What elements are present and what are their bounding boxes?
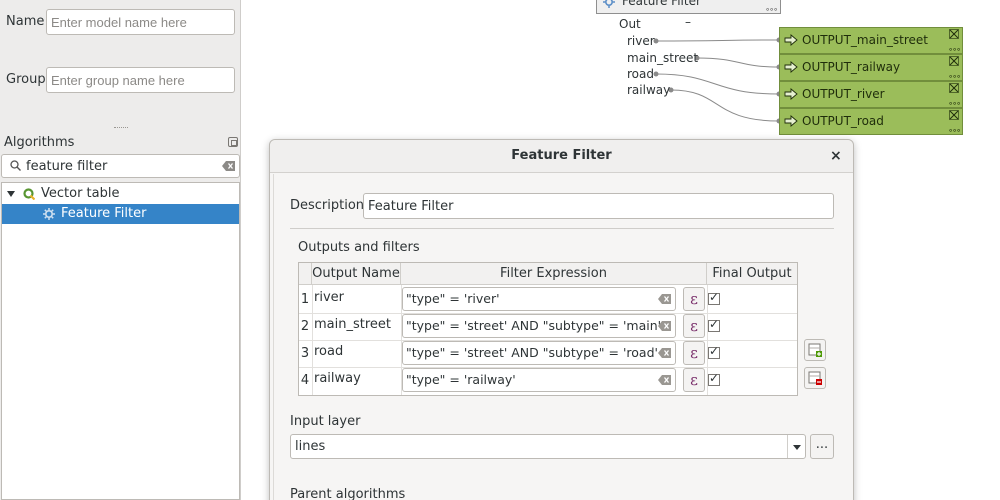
port-label: main_street — [627, 51, 699, 65]
algorithms-title: Algorithms — [4, 135, 75, 150]
add-row-icon — [808, 343, 822, 357]
outputs-filters-label: Outputs and filters — [298, 240, 420, 255]
row-number: 4 — [300, 373, 310, 388]
filter-expression-input[interactable]: "type" = 'street' AND "subtype" = 'road' — [402, 341, 676, 365]
panel-splitter[interactable] — [114, 127, 128, 130]
outputs-filters-table: Output Name Filter Expression Final Outp… — [298, 262, 798, 396]
name-label: Name — [6, 14, 45, 29]
expression-builder-button[interactable]: ε — [683, 287, 705, 311]
node-menu-icon[interactable]: ∘∘∘ — [948, 100, 961, 108]
expand-arrow-icon[interactable] — [7, 191, 15, 197]
expression-builder-button[interactable]: ε — [683, 341, 705, 365]
node-menu-icon[interactable]: ∘∘∘ — [948, 46, 961, 54]
input-layer-select[interactable]: lines — [290, 434, 806, 459]
clear-expression-icon[interactable] — [658, 321, 671, 331]
node-menu-icon[interactable]: ∘∘∘ — [948, 73, 961, 81]
column-header[interactable]: Output Name — [312, 263, 401, 285]
output-arrow-icon — [784, 61, 798, 73]
tree-item-vector-table[interactable]: Vector table — [2, 184, 239, 204]
remove-node-icon[interactable] — [949, 110, 959, 120]
final-output-checkbox[interactable] — [708, 317, 720, 332]
output-node-label: OUTPUT_road — [802, 114, 884, 128]
model-properties-panel: Name Group Algorithms Vector table — [0, 0, 241, 500]
gear-icon — [603, 0, 615, 8]
dialog-title: Feature Filter — [511, 148, 612, 163]
node-menu-icon[interactable]: ∘∘∘ — [948, 127, 961, 135]
output-arrow-icon — [784, 34, 798, 46]
parent-algorithms-label: Parent algorithms — [290, 487, 406, 500]
search-icon — [10, 160, 21, 171]
algorithm-tree: Vector table Feature Filter — [1, 182, 240, 500]
algorithm-search-box[interactable] — [1, 154, 240, 178]
output-name-cell[interactable]: river — [312, 290, 400, 305]
clear-search-icon[interactable] — [222, 161, 235, 171]
expression-builder-button[interactable]: ε — [683, 368, 705, 392]
browse-layer-button[interactable]: ... — [810, 434, 834, 459]
model-name-input[interactable] — [46, 9, 235, 35]
final-output-checkbox[interactable] — [708, 290, 720, 305]
output-node[interactable]: OUTPUT_road ∘∘∘ — [779, 108, 963, 135]
group-label: Group — [6, 72, 46, 87]
tree-item-label: Feature Filter — [61, 206, 147, 221]
algorithm-node-feature-filter[interactable]: Feature Filter ∘∘∘ — [596, 0, 781, 14]
outputs-group-label: Out — [619, 17, 641, 31]
output-arrow-icon — [784, 115, 798, 127]
description-input[interactable] — [363, 193, 834, 219]
float-panel-icon[interactable] — [228, 137, 238, 147]
tree-item-label: Vector table — [41, 186, 120, 201]
remove-node-icon[interactable] — [949, 56, 959, 66]
remove-node-icon[interactable] — [949, 29, 959, 39]
divider — [290, 228, 834, 229]
algorithm-node-label: Feature Filter — [622, 0, 701, 8]
remove-row-icon — [808, 371, 822, 385]
column-header[interactable]: Filter Expression — [401, 263, 707, 285]
divider — [787, 435, 788, 458]
close-icon[interactable]: × — [830, 148, 842, 164]
output-node-label: OUTPUT_river — [802, 87, 885, 101]
input-layer-value: lines — [295, 439, 326, 454]
output-name-cell[interactable]: railway — [312, 371, 400, 386]
gear-icon — [43, 208, 55, 220]
clear-expression-icon[interactable] — [658, 294, 671, 304]
group-name-input[interactable] — [46, 67, 235, 93]
input-layer-label: Input layer — [290, 414, 361, 429]
output-arrow-icon — [784, 88, 798, 100]
node-menu-icon[interactable]: ∘∘∘ — [765, 6, 778, 14]
final-output-checkbox[interactable] — [708, 371, 720, 386]
dialog-body: Description Outputs and filters Output N… — [273, 174, 850, 500]
filter-expression-input[interactable]: "type" = 'railway' — [402, 368, 676, 392]
output-node[interactable]: OUTPUT_river ∘∘∘ — [779, 81, 963, 108]
dialog-titlebar[interactable]: Feature Filter × — [270, 140, 853, 173]
expression-builder-button[interactable]: ε — [683, 314, 705, 338]
qgis-icon — [23, 188, 35, 200]
output-node-label: OUTPUT_main_street — [802, 33, 928, 47]
column-header[interactable]: Final Output — [707, 263, 797, 285]
remove-row-button[interactable] — [804, 367, 826, 389]
tree-item-feature-filter[interactable]: Feature Filter — [2, 204, 239, 224]
port-label: river — [627, 34, 655, 48]
output-name-cell[interactable]: road — [312, 344, 400, 359]
filter-expression-input[interactable]: "type" = 'street' AND "subtype" = 'main' — [402, 314, 676, 338]
clear-expression-icon[interactable] — [658, 348, 671, 358]
filter-expression-input[interactable]: "type" = 'river' — [402, 287, 676, 311]
chevron-down-icon[interactable] — [793, 445, 801, 450]
row-number: 2 — [300, 319, 310, 334]
add-row-button[interactable] — [804, 339, 826, 361]
row-number: 1 — [300, 292, 310, 307]
algorithm-search-input[interactable] — [26, 158, 216, 175]
clear-expression-icon[interactable] — [658, 375, 671, 385]
feature-filter-dialog: Feature Filter × Description Outputs and… — [269, 139, 854, 500]
output-node-label: OUTPUT_railway — [802, 60, 901, 74]
output-node[interactable]: OUTPUT_main_street ∘∘∘ — [779, 27, 963, 54]
output-name-cell[interactable]: main_street — [312, 317, 400, 332]
description-label: Description — [290, 198, 365, 213]
output-node[interactable]: OUTPUT_railway ∘∘∘ — [779, 54, 963, 81]
collapse-outputs-toggle[interactable]: – — [685, 15, 691, 29]
row-number: 3 — [300, 346, 310, 361]
port-label: railway — [627, 83, 671, 97]
corner-header — [299, 263, 312, 285]
remove-node-icon[interactable] — [949, 83, 959, 93]
final-output-checkbox[interactable] — [708, 344, 720, 359]
port-label: road — [627, 67, 654, 81]
